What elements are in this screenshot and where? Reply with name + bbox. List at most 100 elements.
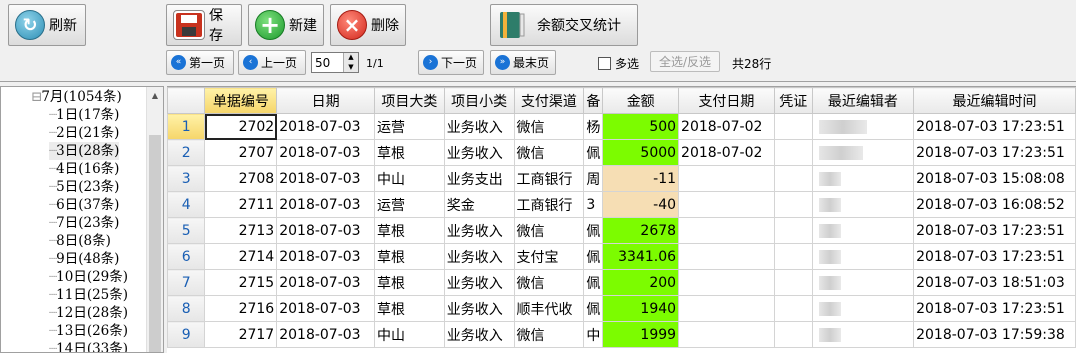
table-cell[interactable]: 微信 xyxy=(513,217,585,244)
table-cell[interactable]: 中山 xyxy=(373,165,445,192)
table-cell[interactable]: 草根 xyxy=(373,139,445,166)
table-cell[interactable]: 2018-07-03 17:23:51 xyxy=(913,217,1076,244)
table-cell[interactable]: 微信 xyxy=(513,269,585,296)
table-cell[interactable] xyxy=(678,191,775,218)
column-header[interactable]: 日期 xyxy=(276,87,375,114)
table-cell[interactable]: 微信 xyxy=(513,113,585,140)
table-cell[interactable]: 业务支出 xyxy=(443,165,515,192)
table-cell[interactable]: 微信 xyxy=(513,321,585,348)
table-cell[interactable]: 运营 xyxy=(373,191,445,218)
table-row[interactable]: 8 2716 2018-07-03 草根 业务收入 顺丰代收佩 1940 2018-07-03… xyxy=(167,295,1076,322)
table-cell[interactable]: 佩 xyxy=(583,139,604,166)
table-row[interactable]: 2 2707 2018-07-03 草根 业务收入 微信佩 5000 2018-07-02 20… xyxy=(167,139,1076,166)
table-cell[interactable]: 佩 xyxy=(583,243,604,270)
table-row[interactable]: 7 2715 2018-07-03 草根 业务收入 微信佩 200 2018-07-03 18… xyxy=(167,269,1076,296)
row-number[interactable]: 8 xyxy=(167,295,206,322)
tree-month-node[interactable]: ⊟7月(1054条) xyxy=(31,88,122,106)
table-cell[interactable]: 2713 xyxy=(204,217,278,244)
table-cell[interactable]: 2018-07-02 xyxy=(678,139,775,166)
column-header[interactable]: 项目小类 xyxy=(443,87,515,114)
scroll-up-icon[interactable]: ▲ xyxy=(147,87,163,104)
table-row[interactable]: 9 2717 2018-07-03 中山 业务收入 微信中 1999 2018-07-03 1… xyxy=(167,321,1076,348)
page-size-stepper[interactable]: 50 ▲ ▼ xyxy=(311,52,359,73)
table-cell[interactable] xyxy=(773,191,813,218)
table-cell[interactable] xyxy=(811,269,915,296)
scroll-thumb[interactable] xyxy=(149,135,161,352)
table-cell[interactable]: 1999 xyxy=(602,321,680,348)
table-cell[interactable]: 佩 xyxy=(583,217,604,244)
tree-day-node[interactable]: ┈12日(28条) xyxy=(49,304,128,322)
table-cell[interactable]: 顺丰代收 xyxy=(513,295,585,322)
table-cell[interactable]: 5000 xyxy=(602,139,680,166)
table-cell[interactable]: 2018-07-03 xyxy=(276,139,375,166)
tree-day-node[interactable]: ┈11日(25条) xyxy=(49,286,128,304)
table-cell[interactable]: 1940 xyxy=(602,295,680,322)
tree-day-node[interactable]: ┈2日(21条) xyxy=(49,124,119,142)
row-number[interactable]: 4 xyxy=(167,191,206,218)
corner-header[interactable] xyxy=(167,87,206,114)
table-cell[interactable]: 业务收入 xyxy=(443,139,515,166)
table-cell[interactable]: 周 xyxy=(583,165,604,192)
next-page-button[interactable]: › 下一页 xyxy=(418,50,484,75)
table-cell[interactable] xyxy=(811,139,915,166)
table-cell[interactable]: 2018-07-03 16:08:52 xyxy=(913,191,1076,218)
table-cell[interactable]: 奖金 xyxy=(443,191,515,218)
tree-day-node[interactable]: ┈7日(23条) xyxy=(49,214,119,232)
table-cell[interactable]: 2716 xyxy=(204,295,278,322)
table-cell[interactable]: 2018-07-03 17:23:51 xyxy=(913,139,1076,166)
save-button[interactable]: 保存 xyxy=(166,4,242,46)
table-cell[interactable] xyxy=(811,217,915,244)
row-number[interactable]: 3 xyxy=(167,165,206,192)
spin-down-icon[interactable]: ▼ xyxy=(344,62,358,72)
column-header[interactable]: 单据编号 xyxy=(204,87,278,114)
table-cell[interactable]: 草根 xyxy=(373,243,445,270)
tree-day-node[interactable]: ┈4日(16条) xyxy=(49,160,119,178)
tree-day-node[interactable]: ┈10日(29条) xyxy=(49,268,128,286)
refresh-button[interactable]: ↻ 刷新 xyxy=(8,4,86,46)
table-cell[interactable] xyxy=(773,217,813,244)
table-cell[interactable]: 2018-07-03 xyxy=(276,269,375,296)
column-header[interactable]: 支付日期 xyxy=(678,87,775,114)
multi-select-checkbox[interactable]: 多选 xyxy=(598,55,639,72)
table-cell[interactable]: 草根 xyxy=(373,269,445,296)
table-cell[interactable]: 2018-07-03 xyxy=(276,191,375,218)
tree-scrollbar[interactable]: ▲ xyxy=(146,87,163,352)
table-cell[interactable]: 2018-07-02 xyxy=(678,113,775,140)
table-cell[interactable]: 200 xyxy=(602,269,680,296)
table-cell[interactable] xyxy=(678,165,775,192)
table-cell[interactable] xyxy=(773,295,813,322)
table-cell[interactable] xyxy=(811,243,915,270)
checkbox[interactable] xyxy=(598,57,611,70)
table-cell[interactable]: 2018-07-03 18:51:03 xyxy=(913,269,1076,296)
table-cell[interactable]: 500 xyxy=(602,113,680,140)
tree-day-node[interactable]: ┈14日(33条) xyxy=(49,340,128,352)
table-cell[interactable]: 业务收入 xyxy=(443,321,515,348)
table-cell[interactable]: 草根 xyxy=(373,217,445,244)
table-cell[interactable]: 3 xyxy=(583,191,604,218)
table-cell[interactable]: 中山 xyxy=(373,321,445,348)
delete-button[interactable]: × 删除 xyxy=(330,4,406,46)
table-cell[interactable]: 2715 xyxy=(204,269,278,296)
table-cell[interactable]: 2717 xyxy=(204,321,278,348)
table-cell[interactable]: 2714 xyxy=(204,243,278,270)
date-tree[interactable]: ⊟7月(1054条) ┈1日(17条) ┈2日(21条) ┈3日(28条) ┈4日(1… xyxy=(0,86,164,353)
column-header[interactable]: 支付渠道 xyxy=(513,87,585,114)
column-header[interactable]: 最近编辑者 xyxy=(811,87,915,114)
table-row[interactable]: 6 2714 2018-07-03 草根 业务收入 支付宝佩 3341.06 2018-07-… xyxy=(167,243,1076,270)
tree-day-node[interactable]: ┈6日(37条) xyxy=(49,196,119,214)
table-cell[interactable]: -11 xyxy=(602,165,680,192)
table-cell[interactable]: 杨 xyxy=(583,113,604,140)
table-cell[interactable] xyxy=(773,139,813,166)
column-header[interactable]: 最近编辑时间 xyxy=(913,87,1076,114)
table-cell[interactable] xyxy=(678,295,775,322)
table-cell[interactable]: 2018-07-03 xyxy=(276,295,375,322)
table-cell[interactable]: -40 xyxy=(602,191,680,218)
collapse-icon[interactable]: ⊟ xyxy=(31,89,42,105)
row-number[interactable]: 1 xyxy=(167,113,206,140)
table-cell[interactable] xyxy=(773,243,813,270)
table-cell[interactable]: 佩 xyxy=(583,269,604,296)
table-cell[interactable]: 2711 xyxy=(204,191,278,218)
column-header[interactable]: 金额 xyxy=(602,87,680,114)
table-cell[interactable]: 2018-07-03 xyxy=(276,243,375,270)
select-all-toggle-button[interactable]: 全选/反选 xyxy=(650,51,720,72)
